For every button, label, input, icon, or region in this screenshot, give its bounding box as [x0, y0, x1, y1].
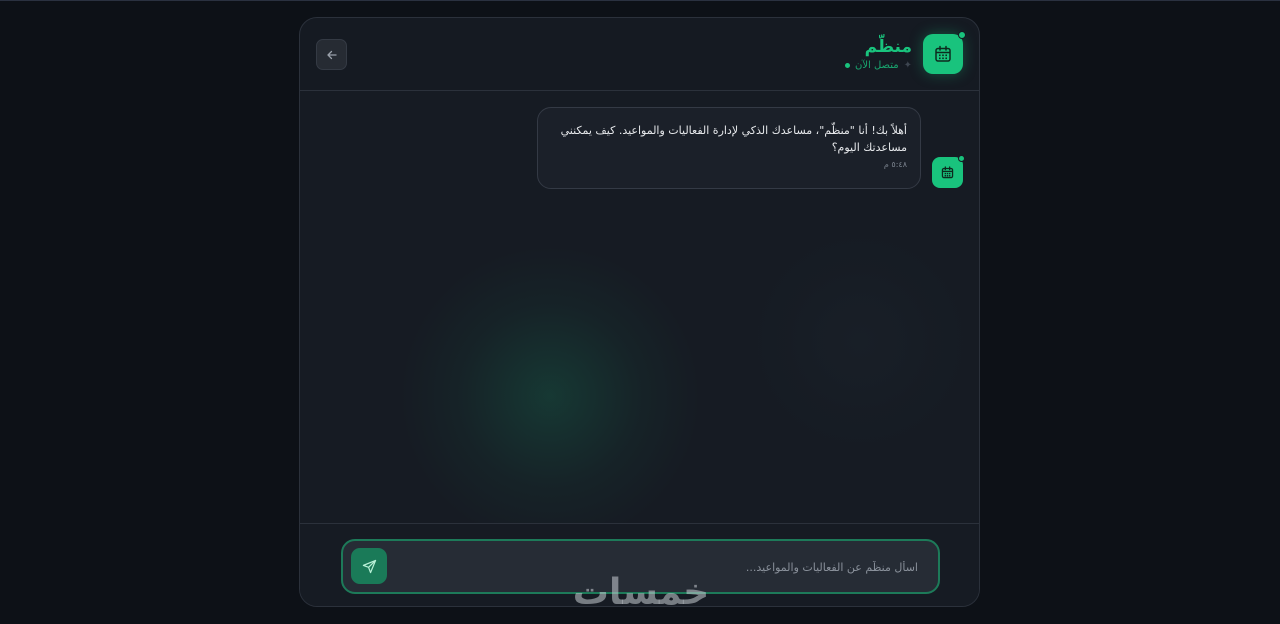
- online-indicator: [958, 155, 965, 162]
- arrow-left-icon: [326, 50, 337, 59]
- top-divider: [0, 0, 1280, 1]
- status-text: متصل الآن: [854, 60, 899, 71]
- message-input[interactable]: [416, 541, 920, 594]
- bot-avatar: [923, 31, 966, 74]
- online-indicator: [958, 31, 966, 39]
- message-list[interactable]: أهلاً بك! أنا "منظّم"، مساعدك الذكي لإدا…: [300, 91, 979, 523]
- message-avatar: [932, 155, 965, 188]
- page: منظّم متصل الآن ✦ أهلاً بك! أنا "منظّم"،…: [0, 0, 1280, 624]
- back-button[interactable]: [316, 39, 347, 70]
- status-dot-icon: [844, 63, 850, 68]
- send-icon: [362, 559, 376, 573]
- chat-header: منظّم متصل الآن ✦: [300, 18, 979, 91]
- chat-panel: منظّم متصل الآن ✦ أهلاً بك! أنا "منظّم"،…: [299, 17, 980, 607]
- composer: [300, 523, 979, 606]
- sparkle-icon: ✦: [903, 60, 912, 71]
- send-button[interactable]: [351, 548, 387, 584]
- bot-name: منظّم: [864, 37, 912, 57]
- calendar-icon: [941, 166, 954, 179]
- status-row: متصل الآن ✦: [844, 60, 912, 71]
- bot-message-bubble: أهلاً بك! أنا "منظّم"، مساعدك الذكي لإدا…: [537, 107, 921, 189]
- composer-box: [341, 539, 940, 594]
- message-time: ٥:٤٨ م: [883, 160, 907, 169]
- message-text: أهلاً بك! أنا "منظّم"، مساعدك الذكي لإدا…: [560, 124, 907, 154]
- calendar-icon: [935, 45, 951, 62]
